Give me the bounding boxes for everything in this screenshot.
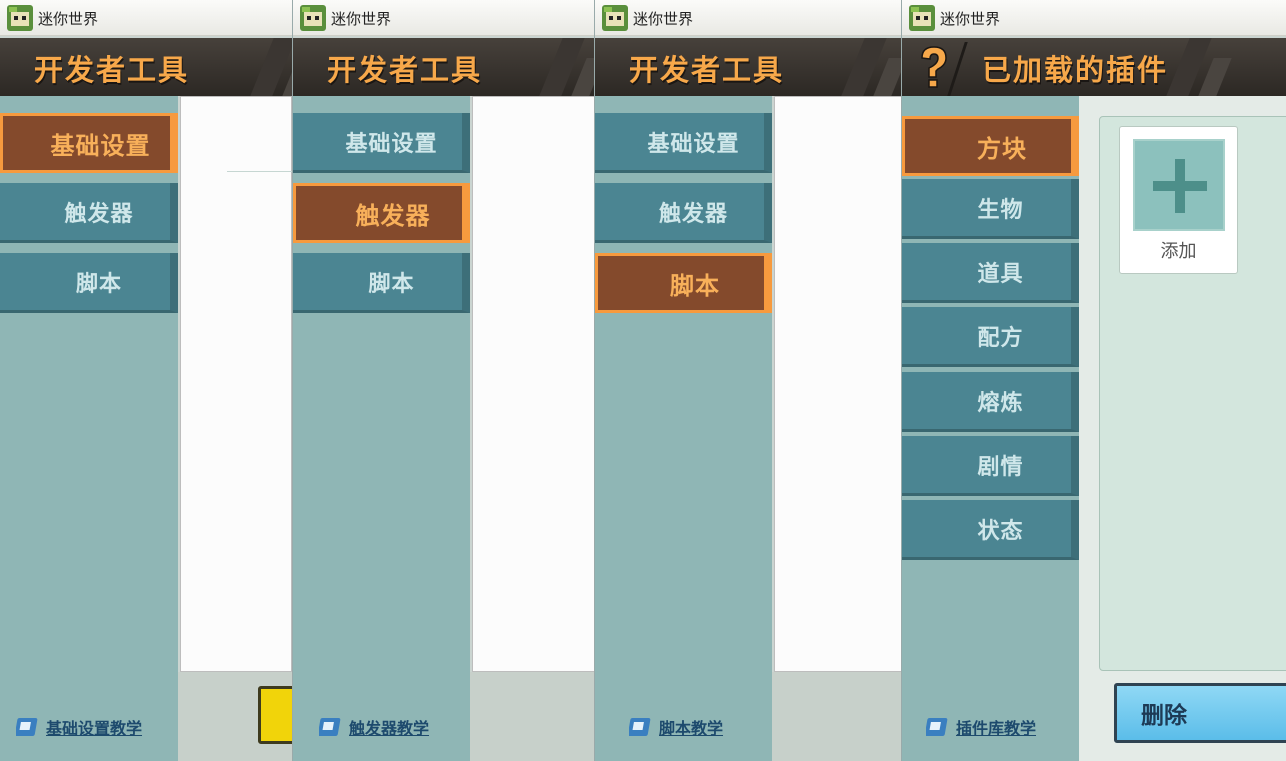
tutorial-link[interactable]: 插件库教学 xyxy=(926,715,1036,739)
tutorial-label: 基础设置教学 xyxy=(46,719,143,738)
menu-item-label: 方块 xyxy=(977,134,1027,163)
bottom-bar xyxy=(470,672,594,761)
page-title: 已加载的插件 xyxy=(982,53,1169,87)
menu-item-items[interactable]: 道具 xyxy=(902,243,1079,303)
menu-item-label: 道具 xyxy=(977,261,1024,287)
add-label: 添加 xyxy=(1160,241,1197,262)
app-icon xyxy=(909,5,935,31)
menu-item-label: 脚本 xyxy=(368,271,415,297)
menu-item-triggers[interactable]: 触发器 xyxy=(293,183,470,243)
menu-item-label: 脚本 xyxy=(75,271,122,297)
content-area xyxy=(472,96,594,672)
app-icon xyxy=(602,5,628,31)
panel-header: 开发者工具 xyxy=(293,38,594,96)
delete-label: 删除 xyxy=(1141,703,1187,729)
menu-item-label: 基础设置 xyxy=(345,131,438,157)
panel-scripts: 迷你世界 开发者工具 基础设置 触发器 脚本 脚本教学 xyxy=(594,0,901,761)
menu-item-blocks[interactable]: 方块 xyxy=(902,116,1079,176)
help-icon[interactable] xyxy=(916,44,952,90)
app-title: 迷你世界 xyxy=(38,10,99,28)
menu-item-smelting[interactable]: 熔炼 xyxy=(902,372,1079,432)
plus-icon xyxy=(1133,139,1225,231)
book-icon xyxy=(16,718,38,736)
app-title: 迷你世界 xyxy=(331,10,392,28)
page-title: 开发者工具 xyxy=(327,53,483,87)
menu-item-label: 脚本 xyxy=(670,271,720,300)
panel-basic-settings: 迷你世界 开发者工具 基础设置 触发器 脚本 基础设置教学 xyxy=(0,0,292,761)
sidebar: 基础设置 触发器 脚本 脚本教学 xyxy=(595,96,772,761)
panel-loaded-plugins: 迷你世界 已加载的插件 方块 生物 道具 配方 熔炼 剧情 状态 插件库教学 添… xyxy=(901,0,1286,761)
sidebar: 基础设置 触发器 脚本 基础设置教学 xyxy=(0,96,178,761)
add-plugin-button[interactable]: 添加 xyxy=(1119,126,1238,274)
title-bar: 迷你世界 xyxy=(902,0,1286,36)
menu-item-plot[interactable]: 剧情 xyxy=(902,436,1079,496)
menu-item-label: 触发器 xyxy=(64,201,134,227)
title-bar: 迷你世界 xyxy=(595,0,901,36)
sidebar: 方块 生物 道具 配方 熔炼 剧情 状态 插件库教学 xyxy=(902,96,1079,761)
menu-item-basic-settings[interactable]: 基础设置 xyxy=(0,113,178,173)
menu-item-label: 基础设置 xyxy=(50,131,151,160)
content-area xyxy=(180,96,292,672)
menu-item-label: 状态 xyxy=(977,518,1024,544)
menu-item-scripts[interactable]: 脚本 xyxy=(595,253,772,313)
tutorial-link[interactable]: 脚本教学 xyxy=(629,715,723,739)
tutorial-link[interactable]: 基础设置教学 xyxy=(16,715,142,739)
app-icon xyxy=(300,5,326,31)
menu-item-label: 触发器 xyxy=(355,201,431,230)
page-title: 开发者工具 xyxy=(34,53,190,87)
menu-item-recipes[interactable]: 配方 xyxy=(902,307,1079,367)
content-area xyxy=(774,96,901,672)
confirm-button[interactable] xyxy=(258,686,292,744)
menu-item-basic-settings[interactable]: 基础设置 xyxy=(595,113,772,173)
menu-item-triggers[interactable]: 触发器 xyxy=(595,183,772,243)
title-bar: 迷你世界 xyxy=(0,0,292,36)
panel-header: 开发者工具 xyxy=(595,38,901,96)
menu-item-label: 触发器 xyxy=(658,201,728,227)
book-icon xyxy=(319,718,341,736)
menu-item-label: 生物 xyxy=(977,197,1024,223)
menu-item-label: 剧情 xyxy=(977,454,1024,480)
title-bar: 迷你世界 xyxy=(293,0,594,36)
tutorial-label: 触发器教学 xyxy=(349,719,430,738)
app-title: 迷你世界 xyxy=(940,10,1001,28)
app-icon xyxy=(7,5,33,31)
menu-item-label: 配方 xyxy=(977,325,1024,351)
menu-item-scripts[interactable]: 脚本 xyxy=(0,253,178,313)
divider xyxy=(227,171,292,172)
sidebar: 基础设置 触发器 脚本 触发器教学 xyxy=(293,96,470,761)
menu-item-scripts[interactable]: 脚本 xyxy=(293,253,470,313)
menu-item-label: 基础设置 xyxy=(647,131,740,157)
tutorial-label: 脚本教学 xyxy=(659,719,724,738)
panel-header: 开发者工具 xyxy=(0,38,292,96)
app-title: 迷你世界 xyxy=(633,10,694,28)
tutorial-label: 插件库教学 xyxy=(956,719,1037,738)
menu-item-basic-settings[interactable]: 基础设置 xyxy=(293,113,470,173)
menu-item-label: 熔炼 xyxy=(977,390,1024,416)
menu-item-status[interactable]: 状态 xyxy=(902,500,1079,560)
delete-button[interactable]: 删除 xyxy=(1114,683,1286,743)
menu-item-triggers[interactable]: 触发器 xyxy=(0,183,178,243)
page-title: 开发者工具 xyxy=(629,53,785,87)
panel-header: 已加载的插件 xyxy=(902,38,1286,96)
book-icon xyxy=(926,718,948,736)
panel-triggers: 迷你世界 开发者工具 基础设置 触发器 脚本 触发器教学 xyxy=(292,0,594,761)
tutorial-link[interactable]: 触发器教学 xyxy=(319,715,429,739)
menu-item-creatures[interactable]: 生物 xyxy=(902,179,1079,239)
bottom-bar xyxy=(772,672,901,761)
book-icon xyxy=(629,718,651,736)
